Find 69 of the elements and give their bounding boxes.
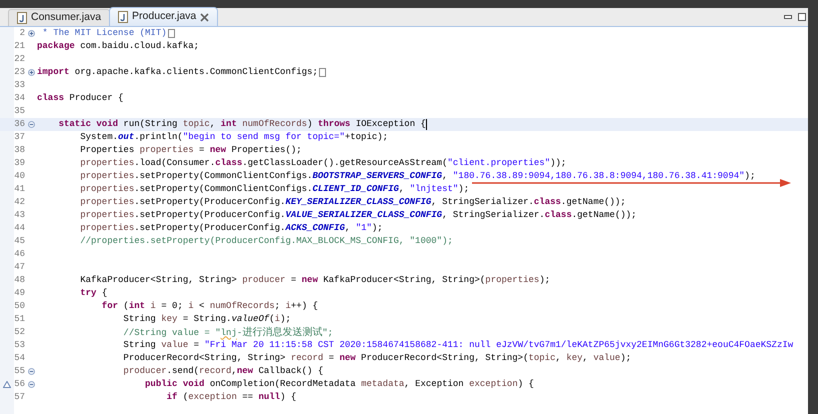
- code-line: public void onCompletion(RecordMetadata metadata, Exception exception) {: [144, 378, 534, 391]
- code-line: for (int i = 0; i < numOfRecords; i++) {: [100, 300, 318, 313]
- line-number: 21: [14, 40, 25, 53]
- line-number: 52: [14, 326, 25, 339]
- code-line: Properties properties = new Properties();: [79, 144, 302, 157]
- line-number: 50: [14, 300, 25, 313]
- line-number: 38: [14, 144, 25, 157]
- code-line: KafkaProducer<String, String> producer = new KafkaProducer<String, String>(properties);: [79, 274, 550, 287]
- code-line: * The MIT License (MIT): [41, 27, 167, 40]
- code-line: if (exception == null) {: [166, 391, 296, 404]
- collapse-fold-icon[interactable]: [28, 368, 34, 375]
- code-line: properties.setProperty(ProducerConfig.KEY_SERIALIZER_CLASS_CONFIG, StringSerializer.class.getName());: [79, 196, 626, 209]
- code-line: import org.apache.kafka.clients.CommonClientConfigs;: [37, 66, 318, 79]
- folded-code-icon[interactable]: [318, 68, 326, 77]
- line-number: 2: [18, 27, 25, 40]
- code-line: //properties.setProperty(ProducerConfig.MAX_BLOCK_MS_CONFIG, "1000");: [79, 235, 453, 248]
- code-line: properties.setProperty(ProducerConfig.ACKS_CONFIG, "1");: [79, 222, 383, 235]
- code-line: System.out.println("begin to send msg for topic="+topic);: [79, 131, 388, 144]
- line-number: 34: [14, 92, 25, 105]
- maximize-icon[interactable]: [798, 13, 806, 21]
- line-number: 39: [14, 156, 25, 170]
- line-number: 56: [14, 378, 25, 391]
- line-number: 47: [14, 260, 25, 274]
- code-line: properties.setProperty(CommonClientConfigs.CLIENT_ID_CONFIG, "lnjtest");: [79, 183, 470, 196]
- collapse-fold-icon[interactable]: [28, 381, 34, 388]
- close-icon[interactable]: [200, 12, 210, 22]
- code-line: static void run(String topic, int numOfRecords) throws IOException {: [58, 118, 426, 131]
- line-number: 48: [14, 274, 25, 287]
- folded-code-icon[interactable]: [168, 29, 175, 38]
- line-number: 45: [14, 234, 25, 248]
- code-line: try {: [79, 287, 108, 300]
- line-number: 23: [14, 66, 25, 79]
- code-line: properties.setProperty(ProducerConfig.VALUE_SERIALIZER_CLASS_CONFIG, StringSerializer.class.getName());: [79, 209, 637, 222]
- line-number: 54: [14, 352, 25, 365]
- line-number: 51: [14, 312, 25, 326]
- editor-tab[interactable]: Consumer.java: [8, 9, 110, 26]
- editor-tab[interactable]: Producer.java: [109, 7, 218, 26]
- line-number: 35: [14, 104, 25, 118]
- code-line: producer.send(record,new Callback() {: [122, 365, 324, 378]
- text-cursor: [426, 119, 427, 130]
- code-line: //String value = "lnj-进行消息发送测试";: [122, 326, 334, 340]
- line-number: 55: [14, 364, 25, 378]
- expand-fold-icon[interactable]: [28, 30, 34, 37]
- line-number: 49: [14, 286, 25, 300]
- line-number: 40: [14, 170, 25, 183]
- line-number: 43: [14, 208, 25, 222]
- java-file-icon: [17, 12, 27, 24]
- line-number: 44: [14, 222, 25, 235]
- java-file-icon: [118, 11, 128, 23]
- code-line: ProducerRecord<String, String> record = new ProducerRecord<String, String>(topic, key, value);: [122, 352, 632, 365]
- expand-fold-icon[interactable]: [28, 69, 34, 76]
- line-number: 37: [14, 130, 25, 144]
- code-line: class Producer {: [37, 92, 124, 105]
- collapse-fold-icon[interactable]: [28, 121, 34, 128]
- code-line: properties.load(Consumer.class.getClassLoader().getResourceAsStream("client.properties"));: [79, 157, 566, 170]
- code-line: String value = "Fri Mar 20 11:15:58 CST 2020:1584674158682-411: null eJzVW/tvG7m1/leKAtZP65jvxy2EIMnG6Gt3282+eouC4FOaeKSZzIw: [122, 339, 794, 352]
- code-editor[interactable]: [0, 27, 808, 414]
- line-number: 33: [14, 78, 25, 92]
- line-number: 57: [14, 390, 25, 404]
- line-number: 36: [14, 118, 25, 131]
- minimize-icon[interactable]: [784, 15, 792, 19]
- line-number: 41: [14, 182, 25, 196]
- code-line: String key = String.valueOf(i);: [122, 313, 291, 326]
- code-line: properties.setProperty(CommonClientConfigs.BOOTSTRAP_SERVERS_CONFIG, "180.76.38.89:9094,180.76.38.8:9094,180.76.38.41:9094");: [79, 170, 756, 183]
- line-number: 46: [14, 248, 25, 261]
- line-number: 22: [14, 52, 25, 66]
- line-number: 42: [14, 196, 25, 209]
- line-number: 53: [14, 338, 25, 352]
- code-line: package com.baidu.cloud.kafka;: [37, 40, 200, 53]
